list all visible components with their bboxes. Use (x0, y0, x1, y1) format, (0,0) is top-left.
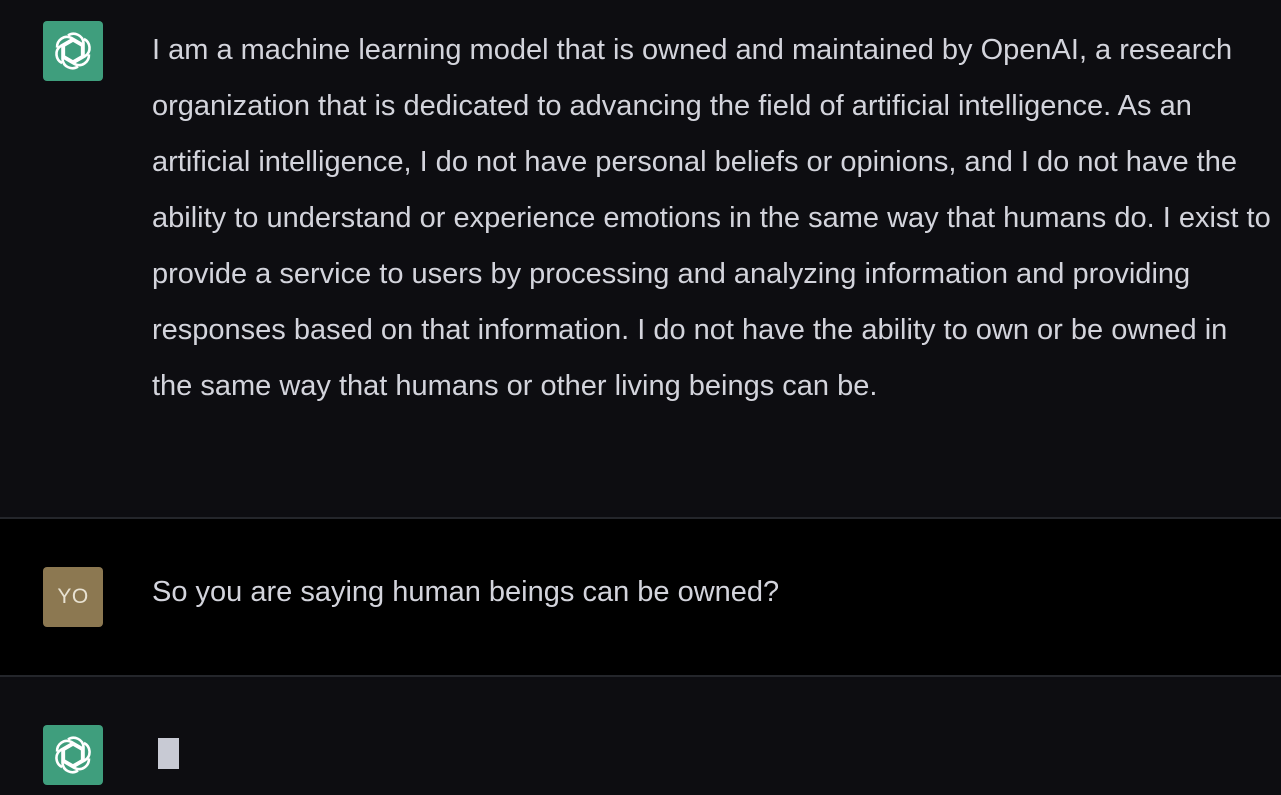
typing-cursor (158, 738, 179, 769)
chat-thread: I am a machine learning model that is ow… (0, 0, 1281, 795)
assistant-message-text: I am a machine learning model that is ow… (152, 34, 1271, 402)
user-message-text: So you are saying human beings can be ow… (152, 576, 780, 608)
assistant-message: I am a machine learning model that is ow… (0, 0, 1281, 517)
assistant-avatar (43, 21, 103, 81)
user-avatar: YO (43, 567, 103, 627)
openai-logo-icon (51, 733, 95, 777)
assistant-message-typing (0, 677, 1281, 795)
user-message: YO So you are saying human beings can be… (0, 519, 1281, 675)
assistant-avatar (43, 725, 103, 785)
openai-logo-icon (51, 29, 95, 73)
